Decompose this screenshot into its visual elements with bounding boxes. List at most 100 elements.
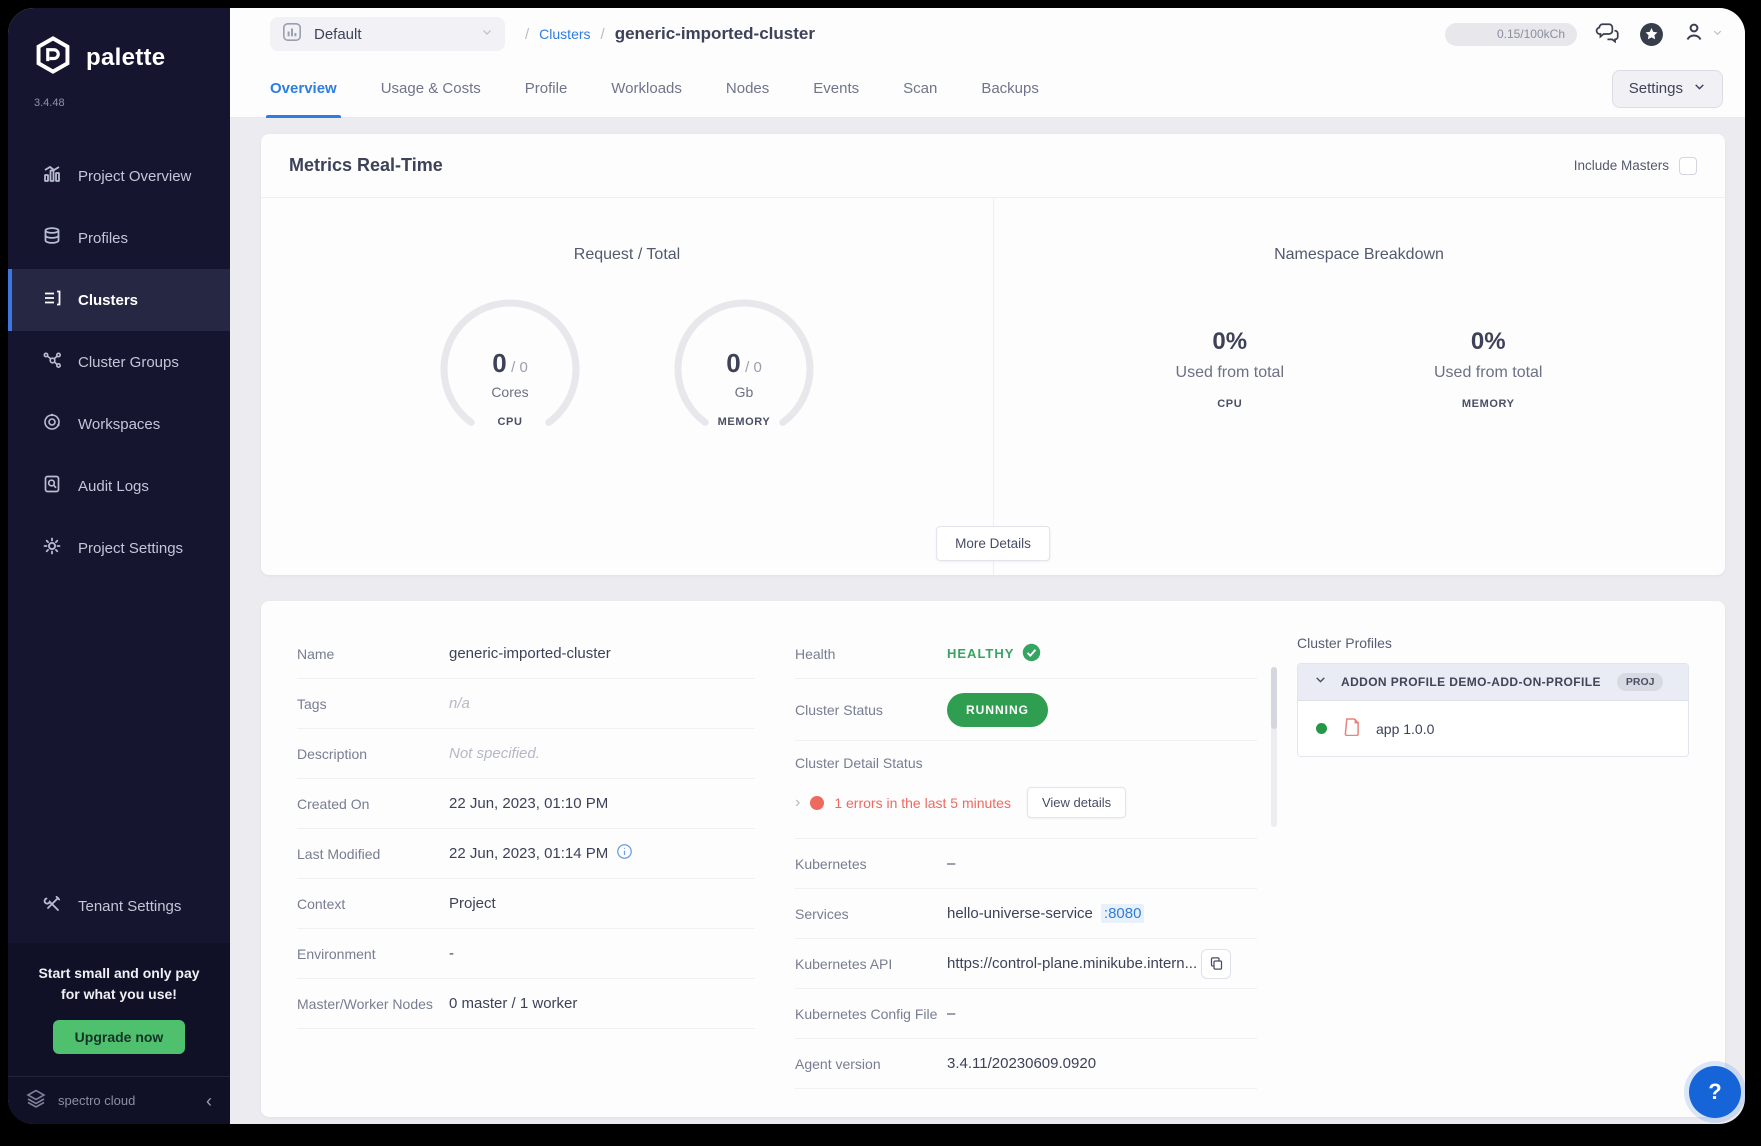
cluster-profile-name: ADDON PROFILE DEMO-ADD-ON-PROFILE	[1341, 675, 1601, 689]
copy-icon[interactable]	[1201, 949, 1231, 979]
tab-usage-costs[interactable]: Usage & Costs	[381, 60, 481, 118]
cluster-details-card: Name generic-imported-cluster Tags n/a D…	[261, 601, 1725, 1117]
sidebar-item-tenant-settings[interactable]: Tenant Settings	[8, 875, 230, 937]
service-port-link[interactable]: :8080	[1101, 904, 1145, 923]
sidebar-item-label: Tenant Settings	[78, 898, 181, 915]
request-total-title: Request / Total	[574, 246, 680, 264]
project-selector[interactable]: Default	[270, 17, 505, 51]
bar-chart-icon	[42, 164, 62, 188]
health-status: HEALTHY	[947, 646, 1014, 661]
main-area: Default / Clusters / generic-imported-cl…	[230, 8, 1745, 1124]
detail-row-cluster-status: Cluster Status RUNNING	[795, 679, 1257, 741]
error-dot-icon	[810, 796, 824, 810]
cluster-profiles-title: Cluster Profiles	[1297, 635, 1689, 651]
namespace-cpu-percent: 0%	[1176, 328, 1284, 356]
tab-backups[interactable]: Backups	[981, 60, 1039, 118]
detail-row-kubeconfig: Kubernetes Config File –	[795, 989, 1257, 1039]
detail-row-health: Health HEALTHY	[795, 629, 1257, 679]
cluster-profile-pack-row[interactable]: app 1.0.0	[1298, 700, 1688, 756]
sidebar-item-profiles[interactable]: Profiles	[8, 207, 230, 269]
namespace-cpu-stat: 0% Used from total CPU	[1176, 328, 1284, 410]
sidebar-spacer	[8, 579, 230, 875]
sidebar-item-project-overview[interactable]: Project Overview	[8, 145, 230, 207]
user-menu[interactable]	[1682, 20, 1723, 49]
detail-row-services: Services hello-universe-service :8080	[795, 889, 1257, 939]
tab-nodes[interactable]: Nodes	[726, 60, 769, 118]
upgrade-now-button[interactable]: Upgrade now	[53, 1020, 186, 1054]
namespace-memory-percent: 0%	[1434, 328, 1542, 356]
detail-row-kubernetes-api: Kubernetes API https://control-plane.min…	[795, 939, 1257, 989]
sidebar-item-label: Project Overview	[78, 168, 191, 185]
chevron-down-icon	[1712, 25, 1723, 43]
detail-row-agent-version: Agent version 3.4.11/20230609.0920	[795, 1039, 1257, 1089]
upgrade-promo: Start small and only pay for what you us…	[8, 943, 230, 1076]
error-message: 1 errors in the last 5 minutes	[834, 795, 1011, 811]
sidebar-item-workspaces[interactable]: Workspaces	[8, 393, 230, 455]
usage-badge: 0.15/100kCh	[1445, 23, 1577, 46]
app-window: palette 3.4.48 Project Overview Profiles…	[8, 8, 1745, 1124]
cpu-gauge: 0 / 0 Cores CPU	[435, 294, 585, 444]
more-details-button[interactable]: More Details	[936, 526, 1050, 561]
sidebar-item-audit-logs[interactable]: Audit Logs	[8, 455, 230, 517]
tab-workloads[interactable]: Workloads	[611, 60, 682, 118]
detail-row-nodes: Master/Worker Nodes 0 master / 1 worker	[297, 979, 755, 1029]
cpu-gauge-metric: CPU	[435, 416, 585, 428]
sidebar-footer: spectro cloud ‹	[8, 1076, 230, 1124]
cluster-list-icon	[42, 288, 62, 312]
sidebar: palette 3.4.48 Project Overview Profiles…	[8, 8, 230, 1124]
metrics-body: Request / Total 0 / 0 Cores CPU 0 / 0	[261, 198, 1725, 575]
palette-logo-icon	[32, 34, 74, 81]
sidebar-item-label: Project Settings	[78, 540, 183, 557]
tab-bar: Overview Usage & Costs Profile Workloads…	[230, 60, 1745, 118]
detail-row-description: Description Not specified.	[297, 729, 755, 779]
pack-status-dot	[1316, 723, 1327, 734]
cpu-gauge-value: 0	[492, 348, 506, 378]
collapse-sidebar-icon[interactable]: ‹	[206, 1092, 212, 1110]
chevron-right-icon[interactable]: ›	[795, 794, 800, 812]
project-selector-value: Default	[314, 26, 469, 43]
breadcrumb: / Clusters / generic-imported-cluster	[525, 24, 815, 44]
cluster-name-value: generic-imported-cluster	[449, 645, 611, 662]
brand: palette	[8, 8, 230, 87]
star-circle-icon[interactable]	[1639, 22, 1664, 47]
check-circle-icon	[1022, 643, 1041, 665]
scrollbar[interactable]	[1271, 667, 1277, 827]
sidebar-item-cluster-groups[interactable]: Cluster Groups	[8, 331, 230, 393]
help-button[interactable]: ?	[1689, 1066, 1741, 1118]
include-masters-label: Include Masters	[1574, 158, 1669, 173]
cluster-detail-status: Cluster Detail Status › 1 errors in the …	[795, 741, 1257, 839]
details-left-column: Name generic-imported-cluster Tags n/a D…	[297, 629, 755, 1089]
breadcrumb-separator: /	[601, 26, 605, 43]
view-details-button[interactable]: View details	[1027, 787, 1126, 818]
scrollbar-thumb[interactable]	[1271, 667, 1277, 729]
cluster-profiles-section: Cluster Profiles ADDON PROFILE DEMO-ADD-…	[1297, 629, 1689, 1089]
include-masters-checkbox[interactable]	[1679, 157, 1697, 175]
tabs: Overview Usage & Costs Profile Workloads…	[270, 60, 1039, 118]
tab-profile[interactable]: Profile	[525, 60, 568, 118]
tab-overview[interactable]: Overview	[270, 60, 337, 118]
memory-gauge-total: 0	[753, 359, 761, 376]
chat-icon[interactable]	[1595, 21, 1621, 47]
settings-button[interactable]: Settings	[1612, 70, 1723, 108]
cpu-gauge-total: 0	[519, 359, 527, 376]
details-middle-column: Health HEALTHY Cluster Status RUNNING Cl…	[795, 629, 1257, 1089]
chevron-down-icon	[1314, 673, 1327, 691]
cluster-profile-header[interactable]: ADDON PROFILE DEMO-ADD-ON-PROFILE PROJ	[1298, 664, 1688, 700]
sidebar-item-clusters[interactable]: Clusters	[8, 269, 230, 331]
tab-scan[interactable]: Scan	[903, 60, 937, 118]
orbit-icon	[42, 412, 62, 436]
manifest-icon	[1343, 717, 1360, 741]
chevron-down-icon	[1693, 80, 1706, 97]
info-icon[interactable]	[616, 843, 633, 864]
breadcrumb-clusters-link[interactable]: Clusters	[539, 26, 590, 42]
app-version: 3.4.48	[8, 97, 230, 109]
sidebar-item-label: Clusters	[78, 292, 138, 309]
sidebar-item-project-settings[interactable]: Project Settings	[8, 517, 230, 579]
detail-row-kubernetes: Kubernetes –	[795, 839, 1257, 889]
network-icon	[42, 350, 62, 374]
detail-row-tags: Tags n/a	[297, 679, 755, 729]
request-total-section: Request / Total 0 / 0 Cores CPU 0 / 0	[261, 198, 993, 575]
chevron-down-icon	[481, 25, 493, 43]
tab-events[interactable]: Events	[813, 60, 859, 118]
vertical-divider	[993, 198, 994, 575]
